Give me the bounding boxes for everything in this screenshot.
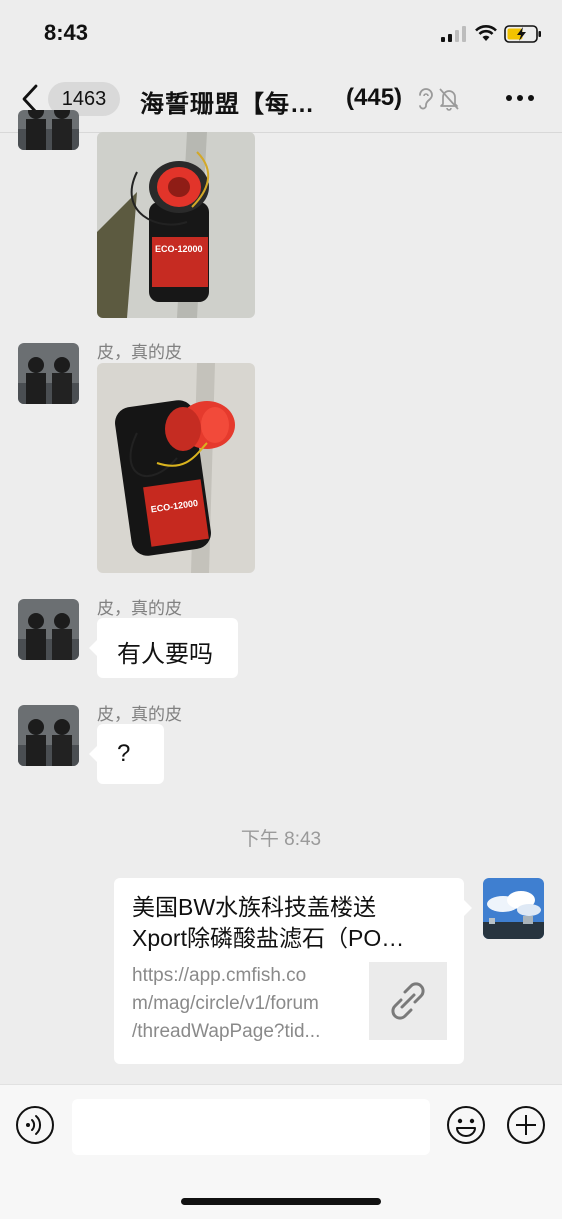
sender-avatar[interactable] bbox=[18, 343, 79, 404]
wifi-icon bbox=[475, 25, 497, 41]
link-url-line: /threadWapPage?tid... bbox=[132, 1021, 321, 1042]
link-icon bbox=[391, 982, 425, 1020]
plus-icon[interactable] bbox=[506, 1105, 546, 1145]
cellular-signal-icon bbox=[441, 26, 466, 42]
link-url-line: https://app.cmfish.co bbox=[132, 965, 307, 986]
battery-charging-icon bbox=[504, 25, 541, 43]
home-indicator[interactable] bbox=[181, 1198, 381, 1205]
svg-text:ECO-12000: ECO-12000 bbox=[155, 244, 203, 254]
link-url-line: m/mag/circle/v1/forum bbox=[132, 993, 319, 1014]
link-title: 美国BW水族科技盖楼送 Xport除磷酸盐滤石（PO… bbox=[132, 892, 450, 954]
more-icon[interactable] bbox=[505, 94, 535, 102]
message-timestamp: 下午 8:43 bbox=[240, 829, 322, 850]
pump-photo-2[interactable]: ECO-12000 bbox=[97, 363, 255, 573]
my-avatar[interactable] bbox=[483, 878, 544, 939]
chat-title: 海誓珊盟【每… bbox=[140, 91, 315, 118]
link-url: https://app.cmfish.co m/mag/circle/v1/fo… bbox=[132, 962, 352, 1046]
message-text: 有人要吗 bbox=[117, 641, 213, 668]
status-time: 8:43 bbox=[44, 20, 89, 45]
ear-icon bbox=[419, 88, 433, 110]
pump-photo-1[interactable]: ECO-12000 bbox=[97, 132, 255, 318]
link-title-line: Xport除磷酸盐滤石（PO… bbox=[132, 925, 405, 951]
message-input[interactable] bbox=[72, 1099, 430, 1155]
sender-avatar[interactable] bbox=[18, 705, 79, 766]
sender-name: 皮，真的皮 bbox=[97, 705, 182, 724]
sender-avatar[interactable] bbox=[18, 599, 79, 660]
member-count: (445) bbox=[346, 84, 403, 111]
sender-name: 皮，真的皮 bbox=[97, 599, 182, 618]
voice-icon[interactable] bbox=[15, 1105, 55, 1145]
link-title-line: 美国BW水族科技盖楼送 bbox=[132, 894, 377, 920]
message-bubble[interactable]: 有人要吗 bbox=[89, 618, 238, 678]
shared-link-card[interactable]: 美国BW水族科技盖楼送 Xport除磷酸盐滤石（PO… https://app.… bbox=[114, 878, 472, 1064]
sender-avatar[interactable] bbox=[18, 110, 79, 150]
mute-bell-icon bbox=[439, 88, 459, 111]
sender-name: 皮，真的皮 bbox=[97, 343, 182, 362]
message-bubble[interactable]: ? bbox=[89, 724, 164, 784]
link-thumbnail bbox=[369, 962, 447, 1040]
message-text: ? bbox=[117, 740, 131, 767]
chat-header: 1463 海誓珊盟【每… (445) bbox=[0, 66, 562, 133]
status-bar: 8:43 bbox=[0, 0, 562, 66]
emoji-icon[interactable] bbox=[446, 1105, 486, 1145]
